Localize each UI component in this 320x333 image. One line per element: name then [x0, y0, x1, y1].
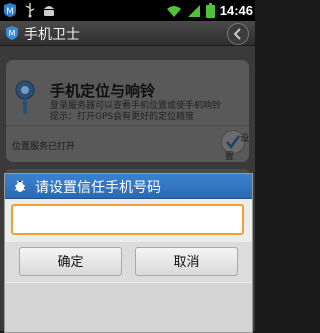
card-divider	[6, 125, 249, 126]
title-bar: M 手机卫士	[0, 21, 255, 46]
card-heading: 手机定位与响铃	[50, 82, 156, 100]
shield-icon: M	[6, 26, 18, 40]
settings-button[interactable]: 设置	[212, 130, 249, 162]
confirm-button[interactable]: 确定	[19, 247, 122, 276]
android-debug-icon	[44, 6, 54, 16]
status-bar: M 14:46	[0, 0, 255, 21]
svg-text:M: M	[9, 29, 16, 38]
back-icon	[233, 28, 241, 40]
battery-icon	[205, 3, 215, 18]
back-button[interactable]	[227, 23, 249, 45]
phone-number-input[interactable]	[11, 204, 244, 235]
dialog-footer	[5, 283, 252, 332]
card-desc-line-2: 提示：打开GPS会有更好的定位精度	[50, 112, 195, 122]
app-m-icon: M	[4, 3, 16, 17]
location-status-label: 位置服务已打开	[12, 142, 76, 152]
usb-icon	[25, 3, 35, 18]
wifi-icon	[166, 5, 181, 17]
app-title: 手机卫士	[24, 27, 80, 43]
dialog-button-row: 确定 取消	[5, 242, 252, 282]
signal-icon	[187, 4, 200, 17]
location-pin-icon	[15, 80, 35, 114]
trusted-number-dialog: 请设置信任手机号码 确定 取消	[4, 173, 253, 333]
cancel-button[interactable]: 取消	[135, 247, 238, 276]
card-description: 登录服务器可以查看手机位置或使手机响铃 提示：打开GPS会有更好的定位精度	[50, 101, 245, 123]
svg-text:M: M	[6, 7, 14, 17]
dialog-header: 请设置信任手机号码	[5, 174, 252, 199]
dialog-title: 请设置信任手机号码	[35, 180, 161, 196]
card-desc-line-1: 登录服务器可以查看手机位置或使手机响铃	[50, 101, 222, 111]
bug-icon	[14, 180, 26, 192]
status-time: 14:46	[219, 3, 253, 18]
locate-ring-card[interactable]: 手机定位与响铃 登录服务器可以查看手机位置或使手机响铃 提示：打开GPS会有更好…	[6, 60, 249, 162]
